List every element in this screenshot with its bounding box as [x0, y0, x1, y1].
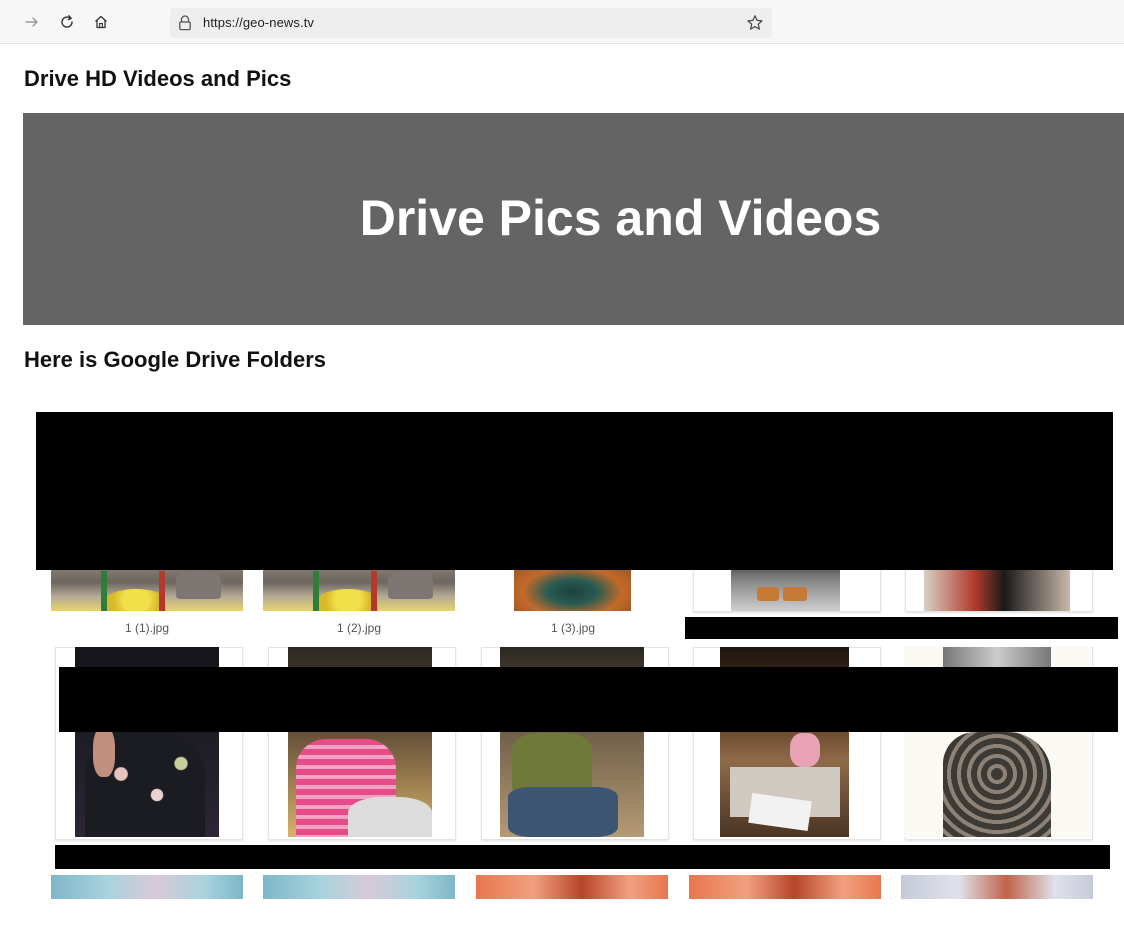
browser-toolbar: https://geo-news.tv [0, 0, 1124, 44]
file-name[interactable]: 1 (1).jpg [51, 621, 243, 635]
thumbnail-image[interactable] [731, 563, 840, 611]
thumbnail-image[interactable] [51, 563, 243, 611]
page-title: Drive HD Videos and Pics [24, 66, 292, 91]
redaction-block [685, 617, 1118, 639]
thumbnail-image[interactable] [476, 875, 668, 899]
file-name[interactable]: 1 (2).jpg [263, 621, 455, 635]
reload-button[interactable] [55, 10, 79, 34]
thumbnail-image[interactable] [263, 563, 455, 611]
home-icon [95, 15, 107, 29]
reload-icon [61, 15, 73, 28]
folders-heading: Here is Google Drive Folders [24, 347, 326, 372]
thumbnail-image[interactable] [924, 563, 1070, 611]
redaction-block [59, 667, 1118, 732]
home-button[interactable] [89, 10, 113, 34]
redaction-block [55, 845, 1110, 869]
redaction-block [36, 412, 1113, 570]
hero-title: Drive Pics and Videos [359, 190, 882, 246]
forward-arrow-icon [25, 17, 38, 27]
url-text: https://geo-news.tv [203, 15, 315, 30]
hero-banner: Drive Pics and Videos [23, 113, 1124, 325]
address-bar[interactable]: https://geo-news.tv [170, 8, 772, 38]
thumbnail-image[interactable] [51, 875, 243, 899]
lock-icon [179, 15, 191, 31]
thumbnail-image[interactable] [514, 563, 631, 611]
thumbnail-image[interactable] [901, 875, 1093, 899]
bookmark-star-icon[interactable] [746, 14, 764, 32]
file-name[interactable]: 1 (3).jpg [477, 621, 669, 635]
forward-button[interactable] [20, 10, 44, 34]
thumbnail-image[interactable] [263, 875, 455, 899]
thumbnail-image[interactable] [689, 875, 881, 899]
